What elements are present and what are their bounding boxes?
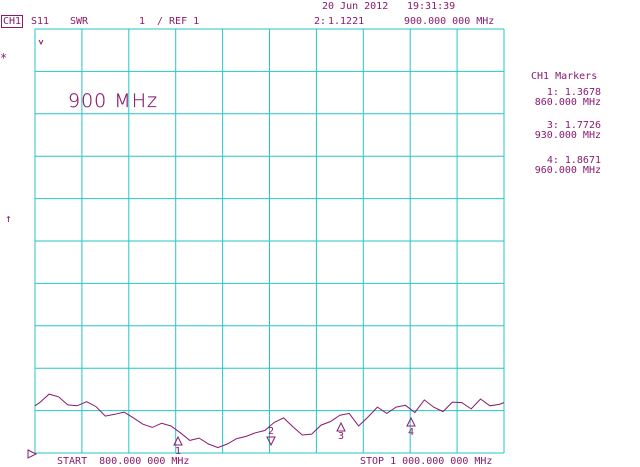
marker-label: 2 <box>268 426 274 437</box>
marker-1-frequency: 860.000 MHz <box>534 97 601 108</box>
marker-4-frequency: 960.000 MHz <box>534 165 601 176</box>
marker-label: 3 <box>338 431 344 442</box>
frequency-annotation: 900 MHz <box>68 90 158 112</box>
marker-3-frequency: 930.000 MHz <box>534 130 601 141</box>
marker-label: 4 <box>408 427 414 438</box>
markers-panel-title: CH1 Markers <box>531 71 598 82</box>
start-frequency[interactable]: START 800.000 000 MHz <box>57 456 189 467</box>
stop-frequency[interactable]: STOP 1 000.000 000 MHz <box>360 456 492 467</box>
trace-plot[interactable]: 12 3 4 <box>0 0 640 465</box>
